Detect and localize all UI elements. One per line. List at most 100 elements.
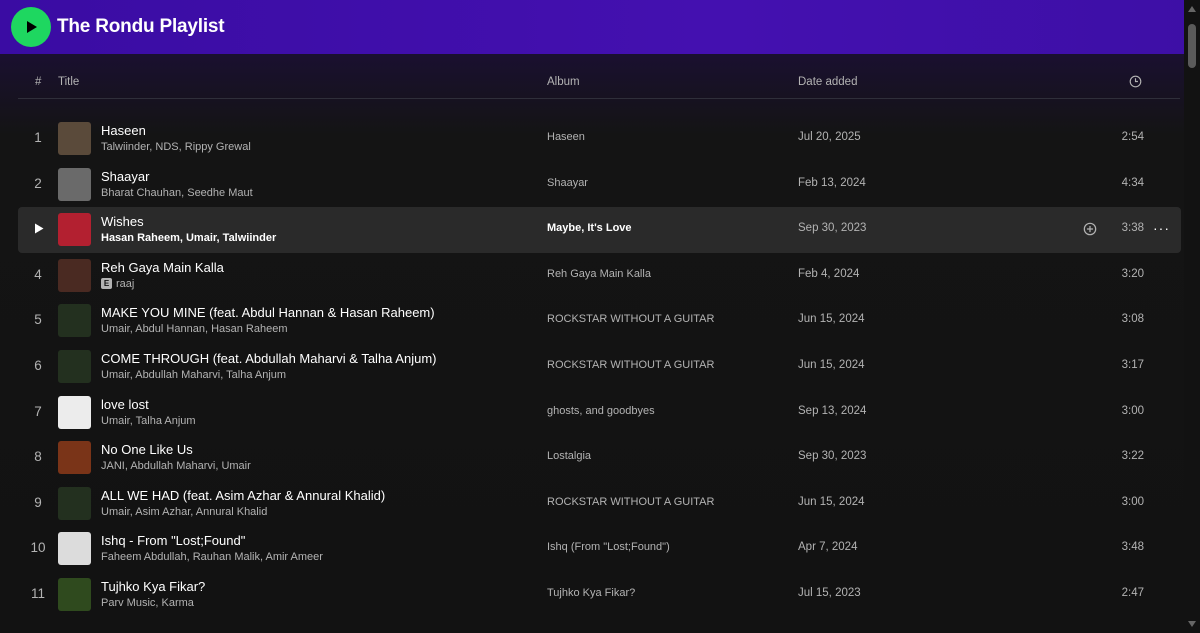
track-artist[interactable]: Bharat Chauhan, Seedhe Maut: [101, 187, 253, 199]
track-album[interactable]: Tujhko Kya Fikar?: [547, 587, 635, 599]
track-duration: 3:17: [1121, 358, 1144, 371]
track-row[interactable]: 11 Tujhko Kya Fikar? Parv Music, Karma T…: [18, 572, 1181, 618]
track-title[interactable]: Haseen: [101, 123, 146, 138]
track-duration: 3:08: [1121, 313, 1144, 326]
track-date-added: Jun 15, 2024: [798, 495, 865, 508]
track-album[interactable]: Ishq (From "Lost;Found"): [547, 541, 670, 553]
artist-names[interactable]: Umair, Abdul Hannan, Hasan Raheem: [101, 323, 288, 335]
track-row[interactable]: 1 Haseen Talwiinder, NDS, Rippy Grewal H…: [18, 116, 1181, 162]
track-artist[interactable]: Umair, Abdul Hannan, Hasan Raheem: [101, 323, 288, 335]
artist-names[interactable]: Hasan Raheem, Umair, Talwiinder: [101, 232, 276, 244]
track-title[interactable]: COME THROUGH (feat. Abdullah Maharvi & T…: [101, 351, 436, 366]
track-title[interactable]: ALL WE HAD (feat. Asim Azhar & Annural K…: [101, 488, 385, 503]
track-number: 4: [34, 266, 42, 282]
track-artist[interactable]: Hasan Raheem, Umair, Talwiinder: [101, 232, 276, 244]
track-album[interactable]: Shaayar: [547, 177, 588, 189]
track-title[interactable]: Ishq - From "Lost;Found": [101, 533, 245, 548]
add-circle-icon[interactable]: [1083, 222, 1097, 239]
track-date-added: Apr 7, 2024: [798, 541, 858, 554]
album-art: [58, 349, 91, 383]
track-duration: 3:22: [1121, 450, 1144, 463]
col-number: #: [35, 76, 42, 88]
track-album[interactable]: Reh Gaya Main Kalla: [547, 268, 651, 280]
col-duration[interactable]: [1129, 75, 1142, 91]
playlist-header: The Rondu Playlist: [0, 0, 1200, 54]
track-title[interactable]: Tujhko Kya Fikar?: [101, 579, 205, 594]
track-artist[interactable]: Talwiinder, NDS, Rippy Grewal: [101, 141, 251, 153]
track-artist[interactable]: Umair, Abdullah Maharvi, Talha Anjum: [101, 369, 286, 381]
track-date-added: Feb 13, 2024: [798, 176, 866, 189]
scrollbar[interactable]: [1184, 0, 1200, 633]
artist-names[interactable]: raaj: [116, 278, 134, 290]
track-row[interactable]: 9 ALL WE HAD (feat. Asim Azhar & Annural…: [18, 481, 1181, 527]
track-list-container: # Title Album Date added 1 Haseen Talwii…: [0, 54, 1200, 633]
artist-names[interactable]: Umair, Abdullah Maharvi, Talha Anjum: [101, 369, 286, 381]
row-play-icon[interactable]: [34, 223, 44, 237]
album-art: [58, 213, 91, 247]
track-artist[interactable]: Eraaj: [101, 278, 134, 290]
track-album[interactable]: Maybe, It's Love: [547, 222, 632, 234]
album-art: [58, 532, 91, 566]
track-row[interactable]: 4 Reh Gaya Main Kalla Eraaj Reh Gaya Mai…: [18, 253, 1181, 299]
artist-names[interactable]: Faheem Abdullah, Rauhan Malik, Amir Amee…: [101, 551, 323, 563]
column-header: # Title Album Date added: [18, 68, 1180, 99]
track-artist[interactable]: Parv Music, Karma: [101, 597, 194, 609]
album-art: [58, 395, 91, 429]
album-art: [58, 577, 91, 611]
more-icon[interactable]: ···: [1153, 220, 1170, 236]
track-row[interactable]: 5 MAKE YOU MINE (feat. Abdul Hannan & Ha…: [18, 298, 1181, 344]
track-date-added: Jul 15, 2023: [798, 586, 861, 599]
track-album[interactable]: Lostalgia: [547, 450, 591, 462]
track-duration: 2:47: [1121, 586, 1144, 599]
track-title[interactable]: No One Like Us: [101, 442, 193, 457]
track-title[interactable]: Shaayar: [101, 169, 149, 184]
track-album[interactable]: ROCKSTAR WITHOUT A GUITAR: [547, 359, 714, 371]
track-duration: 3:48: [1121, 541, 1144, 554]
artist-names[interactable]: Talwiinder, NDS, Rippy Grewal: [101, 141, 251, 153]
artist-names[interactable]: JANI, Abdullah Maharvi, Umair: [101, 460, 251, 472]
track-date-added: Sep 30, 2023: [798, 450, 867, 463]
track-album[interactable]: ROCKSTAR WITHOUT A GUITAR: [547, 496, 714, 508]
track-list: 1 Haseen Talwiinder, NDS, Rippy Grewal H…: [18, 116, 1181, 618]
scroll-thumb[interactable]: [1188, 24, 1196, 68]
track-row[interactable]: 6 COME THROUGH (feat. Abdullah Maharvi &…: [18, 344, 1181, 390]
track-album[interactable]: ROCKSTAR WITHOUT A GUITAR: [547, 313, 714, 325]
track-artist[interactable]: JANI, Abdullah Maharvi, Umair: [101, 460, 251, 472]
explicit-badge: E: [101, 278, 112, 290]
track-title[interactable]: MAKE YOU MINE (feat. Abdul Hannan & Hasa…: [101, 305, 435, 320]
album-art: [58, 122, 91, 155]
track-title[interactable]: Wishes: [101, 214, 144, 229]
track-row[interactable]: 7 love lost Umair, Talha Anjum ghosts, a…: [18, 390, 1181, 436]
track-artist[interactable]: Umair, Talha Anjum: [101, 415, 196, 427]
col-title[interactable]: Title: [58, 76, 79, 88]
track-number: 11: [30, 585, 45, 601]
scroll-up-arrow-icon[interactable]: [1188, 6, 1196, 12]
track-duration: 2:54: [1121, 131, 1144, 143]
track-date-added: Jun 15, 2024: [798, 358, 865, 371]
artist-names[interactable]: Umair, Talha Anjum: [101, 415, 196, 427]
track-row[interactable]: 8 No One Like Us JANI, Abdullah Maharvi,…: [18, 435, 1181, 481]
col-album[interactable]: Album: [547, 76, 580, 88]
track-date-added: Jun 15, 2024: [798, 313, 865, 326]
play-button[interactable]: [11, 7, 51, 47]
artist-names[interactable]: Bharat Chauhan, Seedhe Maut: [101, 187, 253, 199]
track-row[interactable]: 10 Ishq - From "Lost;Found" Faheem Abdul…: [18, 526, 1181, 572]
track-title[interactable]: Reh Gaya Main Kalla: [101, 260, 224, 275]
track-duration: 3:38: [1121, 222, 1144, 235]
artist-names[interactable]: Parv Music, Karma: [101, 597, 194, 609]
track-artist[interactable]: Faheem Abdullah, Rauhan Malik, Amir Amee…: [101, 551, 323, 563]
track-row[interactable]: 2 Shaayar Bharat Chauhan, Seedhe Maut Sh…: [18, 162, 1181, 208]
scroll-down-arrow-icon[interactable]: [1188, 621, 1196, 627]
track-artist[interactable]: Umair, Asim Azhar, Annural Khalid: [101, 506, 267, 518]
track-number: 1: [34, 130, 42, 145]
track-album[interactable]: ghosts, and goodbyes: [547, 405, 655, 417]
track-album[interactable]: Haseen: [547, 131, 585, 143]
col-date-added[interactable]: Date added: [798, 76, 857, 88]
artist-names[interactable]: Umair, Asim Azhar, Annural Khalid: [101, 506, 267, 518]
track-row[interactable]: Wishes Hasan Raheem, Umair, Talwiinder M…: [18, 207, 1181, 253]
track-number: 2: [34, 175, 42, 191]
track-number: 5: [34, 312, 42, 328]
track-title[interactable]: love lost: [101, 397, 149, 412]
album-art: [58, 167, 91, 201]
playlist-title: The Rondu Playlist: [57, 16, 225, 37]
